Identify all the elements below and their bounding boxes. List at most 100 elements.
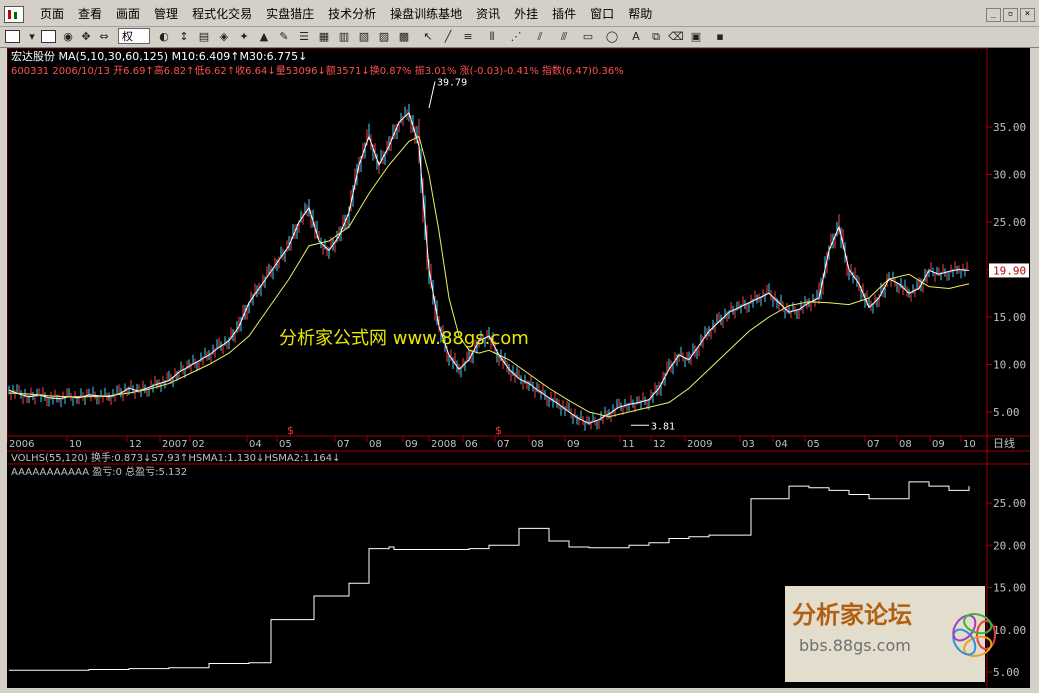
x-tick-label: 2007 [162,439,187,450]
menu-item-9[interactable]: 外挂 [514,5,538,22]
tool-icon-6[interactable]: ▲ [256,29,272,44]
eraser-icon[interactable]: ⌫ [668,29,684,44]
tool-icon-4[interactable]: ◈ [216,29,232,44]
high-label: 39.79 [437,77,467,88]
text-icon[interactable]: A [628,29,644,44]
parallel-icon[interactable]: ⫻ [556,29,572,44]
x-tick-label: 12 [129,439,142,450]
x-tick-label: 10 [963,439,976,450]
x-tick-label: 06 [465,439,478,450]
signal-marker-1: $ [287,424,294,437]
tool-icon-10[interactable]: ▥ [336,29,352,44]
x-tick-label: 11 [622,439,635,450]
tool-icon-11[interactable]: ▧ [356,29,372,44]
tool-icon-7[interactable]: ✎ [276,29,292,44]
menu-bar: 页面 查看 画面 管理 程式化交易 实盘猎庄 技术分析 操盘训练基地 资讯 外挂 插件 窗口 帮助 _ … [0,0,1039,27]
period-label: 日线 [993,436,1015,450]
app-icon[interactable] [4,6,24,23]
lower-ytick-label: 25.00 [993,497,1026,510]
x-tick-label: 04 [249,439,262,450]
minimize-icon[interactable]: _ [986,8,1001,22]
main-ytick-label: 25.00 [993,216,1026,229]
watermark: 分析家公式网 www.88gs.com [279,328,529,349]
vline-icon[interactable]: ⦀ [484,29,500,44]
ind-label: AAAAAAAAAAA 盈亏:0 总盈亏:5.132 [11,465,187,478]
menu-item-1[interactable]: 查看 [78,5,102,22]
x-tick-label: 08 [531,439,544,450]
x-tick-label: 08 [899,439,912,450]
tool-icon-8[interactable]: ☰ [296,29,312,44]
menu-item-3[interactable]: 管理 [154,5,178,22]
menu-item-0[interactable]: 页面 [40,5,64,22]
main-ytick-label: 10.00 [993,359,1026,372]
channel-icon[interactable]: ⫽ [532,29,548,44]
x-tick-label: 10 [69,439,82,450]
fan-icon[interactable]: ⋰ [508,29,524,44]
toolbar: ▾ ◉ ✥ ⇔ 权 ◐ ↕ ▤ ◈ ✦ ▲ ✎ ☰ ▦ ▥ ▧ ▨ ▩ ↖ ╱ … [0,27,1039,48]
stock-line2: 600331 2006/10/13 开6.69↑高6.82↑低6.62↑收6.6… [11,64,624,77]
current-price: 19.90 [993,264,1026,277]
main-ytick-label: 15.00 [993,311,1026,324]
high-pointer [428,81,436,109]
window-buttons: _ ▫ × [986,8,1035,22]
menu-item-4[interactable]: 程式化交易 [192,5,252,22]
chart-area[interactable]: 宏达股份 MA(5,10,30,60,125) M10:6.409↑M30:6.… [7,48,1030,688]
menu-item-5[interactable]: 实盘猎庄 [266,5,314,22]
tool-icon-9[interactable]: ▦ [316,29,332,44]
x-tick-label: 2006 [9,439,34,450]
cursor-icon[interactable]: ↖ [420,29,436,44]
tool-icon-5[interactable]: ✦ [236,29,252,44]
tool-icon-2[interactable]: ↕ [176,29,192,44]
rights-select[interactable]: 权 [118,28,150,44]
copy-icon[interactable]: ⧉ [648,29,664,44]
tool-icon-3[interactable]: ▤ [196,29,212,44]
lower-ytick-label: 5.00 [993,666,1020,679]
x-tick-label: 09 [405,439,418,450]
close-line [8,111,970,424]
menu-item-8[interactable]: 资讯 [476,5,500,22]
menu-item-6[interactable]: 技术分析 [328,5,376,22]
dropdown-icon[interactable]: ▾ [24,29,40,44]
vol-label: VOLHS(55,120) 换手:0.873↓S7.93↑HSMA1:1.130… [11,451,340,464]
x-tick-label: 12 [653,439,666,450]
x-tick-label: 09 [932,439,945,450]
rsi-icon[interactable] [40,29,56,44]
x-tick-label: 07 [337,439,350,450]
x-tick-label: 2008 [431,439,456,450]
menu-item-10[interactable]: 插件 [552,5,576,22]
zoom-icon[interactable]: ◉ [60,29,76,44]
menu-item-7[interactable]: 操盘训练基地 [390,5,462,22]
color-icon[interactable]: ▣ [688,29,704,44]
lower-ytick-label: 20.00 [993,539,1026,552]
stock-line1: 宏达股份 MA(5,10,30,60,125) M10:6.409↑M30:6.… [11,49,307,63]
save-icon[interactable]: ▪ [712,29,728,44]
x-tick-label: 08 [369,439,382,450]
menu-item-11[interactable]: 窗口 [590,5,614,22]
tool-icon-1[interactable]: ◐ [156,29,172,44]
forum-logo-url: bbs.88gs.com [799,636,911,655]
x-tick-label: 02 [192,439,205,450]
menu-items: 页面 查看 画面 管理 程式化交易 实盘猎庄 技术分析 操盘训练基地 资讯 外挂 插件 窗口 帮助 [40,5,666,22]
hline-icon[interactable]: ≡ [460,29,476,44]
rect-icon[interactable]: ▭ [580,29,596,44]
line-icon[interactable]: ╱ [440,29,456,44]
x-tick-label: 03 [742,439,755,450]
ellipse-icon[interactable]: ◯ [604,29,620,44]
stock-chart[interactable]: 宏达股份 MA(5,10,30,60,125) M10:6.409↑M30:6.… [7,48,1030,688]
main-ytick-label: 30.00 [993,169,1026,182]
tool-icon-13[interactable]: ▩ [396,29,412,44]
x-tick-label: 04 [775,439,788,450]
rights-select-label: 权 [122,30,133,43]
menu-item-12[interactable]: 帮助 [628,5,652,22]
menu-item-2[interactable]: 画面 [116,5,140,22]
lower-ytick-label: 10.00 [993,624,1026,637]
lower-ytick-label: 15.00 [993,582,1026,595]
move-icon[interactable]: ✥ [78,29,94,44]
arrows-icon[interactable]: ⇔ [96,29,112,44]
restore-icon[interactable]: ▫ [1003,8,1018,22]
low-label: 3.81 [651,421,675,432]
x-tick-label: 05 [807,439,820,450]
close-icon[interactable]: × [1020,8,1035,22]
tool-icon-12[interactable]: ▨ [376,29,392,44]
chart-icon[interactable] [4,29,20,44]
